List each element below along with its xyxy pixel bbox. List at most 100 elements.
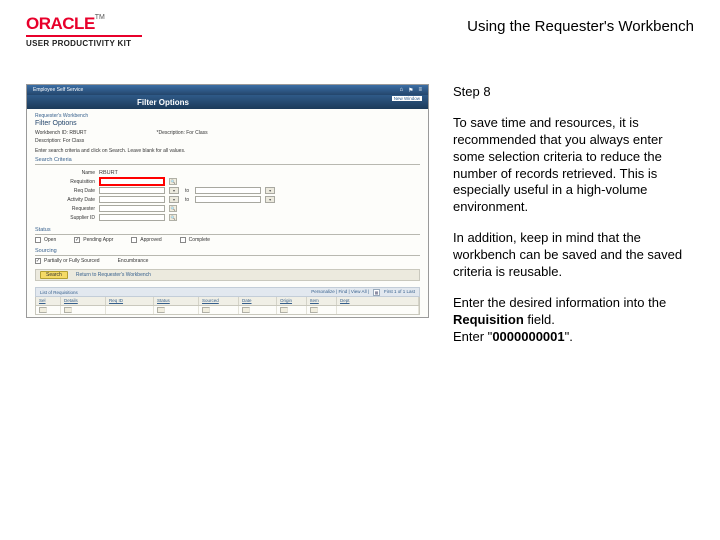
section-status: Status	[35, 227, 420, 233]
to-label: to	[185, 188, 189, 194]
grid-toolbar: List of Requisitions Personalize | Find …	[35, 287, 420, 297]
grid-download-icon[interactable]: ▦	[373, 289, 380, 296]
name-label: Name	[35, 170, 95, 176]
row-item	[310, 307, 318, 313]
search-hint: Enter search criteria and click on Searc…	[35, 148, 420, 154]
activity-date-label: Activity Date	[35, 197, 95, 203]
page-title: Filter Options	[35, 120, 420, 127]
requisition-input[interactable]	[99, 177, 165, 186]
table-row	[35, 306, 420, 315]
req-date-to[interactable]	[195, 187, 261, 194]
menu-icon[interactable]: ≡	[418, 87, 422, 94]
col-status[interactable]: Status	[154, 297, 199, 305]
activity-date-from[interactable]	[99, 196, 165, 203]
col-dept[interactable]: Dept	[337, 297, 419, 305]
calendar-icon[interactable]: ▾	[169, 196, 179, 203]
divider	[35, 164, 420, 165]
workbench-desc2: *Description: For Class	[157, 130, 208, 136]
flag-icon[interactable]: ⚑	[408, 87, 413, 94]
app-screenshot: Employee Self Service ⌂ ⚑ ≡ Filter Optio…	[26, 84, 429, 318]
description-value: For Class	[63, 138, 84, 144]
instruction-p2: In addition, keep in mind that the workb…	[453, 230, 694, 281]
partial-checkbox[interactable]	[35, 258, 41, 264]
pending-label: Pending Appr	[83, 237, 113, 243]
to-label: to	[185, 197, 189, 203]
product-name: USER PRODUCTIVITY KIT	[26, 39, 142, 48]
app-topbar: Employee Self Service ⌂ ⚑ ≡	[27, 85, 428, 95]
requisition-field-name: Requisition	[453, 312, 524, 327]
action-bar: Search Return to Requester's Workbench	[35, 269, 420, 281]
col-origin[interactable]: Origin	[277, 297, 307, 305]
requester-input[interactable]	[99, 205, 165, 212]
step-label: Step 8	[453, 84, 694, 101]
search-button[interactable]: Search	[40, 271, 68, 279]
grid-header: Sel Details Req ID Status Sourced Date O…	[35, 297, 420, 306]
name-display: RBURT	[99, 170, 118, 176]
section-sourcing: Sourcing	[35, 248, 420, 254]
row-reqid	[106, 306, 154, 314]
complete-label: Complete	[189, 237, 210, 243]
col-date[interactable]: Date	[239, 297, 277, 305]
return-link[interactable]: Return to Requester's Workbench	[76, 272, 151, 278]
activity-date-to[interactable]	[195, 196, 261, 203]
instruction-p1: To save time and resources, it is recomm…	[453, 115, 694, 216]
workbench-id-value: RBURT	[69, 130, 86, 136]
grid-range-info: First 1 of 1 Last	[384, 289, 415, 296]
req-date-from[interactable]	[99, 187, 165, 194]
oracle-wordmark: ORACLE	[26, 14, 95, 33]
divider	[35, 234, 420, 235]
divider	[35, 255, 420, 256]
pending-checkbox[interactable]	[74, 237, 80, 243]
p4b: ".	[565, 329, 573, 344]
doc-title: Using the Requester's Workbench	[467, 18, 694, 35]
approved-label: Approved	[140, 237, 161, 243]
grid-label: List of Requisitions	[40, 290, 78, 295]
workbench-id-label: Workbench ID:	[35, 130, 68, 136]
row-select[interactable]	[39, 307, 47, 313]
breadcrumb[interactable]: Requester's Workbench	[35, 113, 420, 119]
new-window-link[interactable]: New Window	[392, 96, 422, 101]
partial-label: Partially or Fully Sourced	[44, 258, 100, 264]
banner-title: Filter Options	[137, 98, 189, 107]
open-checkbox[interactable]	[35, 237, 41, 243]
col-reqid[interactable]: Req ID	[106, 297, 154, 305]
lookup-icon[interactable]: 🔍	[169, 205, 177, 212]
section-search-criteria: Search Criteria	[35, 157, 420, 163]
calendar-icon[interactable]: ▾	[169, 187, 179, 194]
topbar-context: Employee Self Service	[33, 87, 83, 93]
supplier-label: Supplier ID	[35, 215, 95, 221]
lookup-icon[interactable]: 🔍	[169, 214, 177, 221]
logo-rule	[26, 35, 142, 37]
calendar-icon[interactable]: ▾	[265, 187, 275, 194]
open-label: Open	[44, 237, 56, 243]
col-details[interactable]: Details	[61, 297, 106, 305]
row-date	[242, 307, 250, 313]
requester-label: Requester	[35, 206, 95, 212]
supplier-input[interactable]	[99, 214, 165, 221]
lookup-icon[interactable]: 🔍	[169, 178, 177, 185]
calendar-icon[interactable]: ▾	[265, 196, 275, 203]
trademark: TM	[95, 14, 105, 21]
topbar-nav-icons: ⌂ ⚑ ≡	[399, 87, 422, 94]
col-sel[interactable]: Sel	[36, 297, 61, 305]
p3a: Enter the desired information into the	[453, 295, 666, 310]
requisition-label: Requisition	[35, 179, 95, 185]
p4a: Enter "	[453, 329, 492, 344]
home-icon[interactable]: ⌂	[399, 87, 403, 94]
approved-checkbox[interactable]	[131, 237, 137, 243]
description-label: Description:	[35, 138, 61, 144]
brand-logo: ORACLETM USER PRODUCTIVITY KIT	[26, 14, 142, 48]
col-item[interactable]: Item	[307, 297, 337, 305]
complete-checkbox[interactable]	[180, 237, 186, 243]
row-status	[157, 307, 165, 313]
instruction-p3: Enter the desired information into the R…	[453, 295, 694, 346]
instruction-panel: Step 8 To save time and resources, it is…	[453, 84, 694, 360]
p3b: field.	[524, 312, 555, 327]
row-details-icon[interactable]	[64, 307, 72, 313]
row-sourced	[202, 307, 210, 313]
encum-label: Encumbrance	[118, 258, 149, 264]
grid-personalize[interactable]: Personalize | Find | View All |	[311, 289, 369, 296]
row-origin	[280, 307, 288, 313]
row-dept	[337, 306, 419, 314]
col-sourced[interactable]: Sourced	[199, 297, 239, 305]
